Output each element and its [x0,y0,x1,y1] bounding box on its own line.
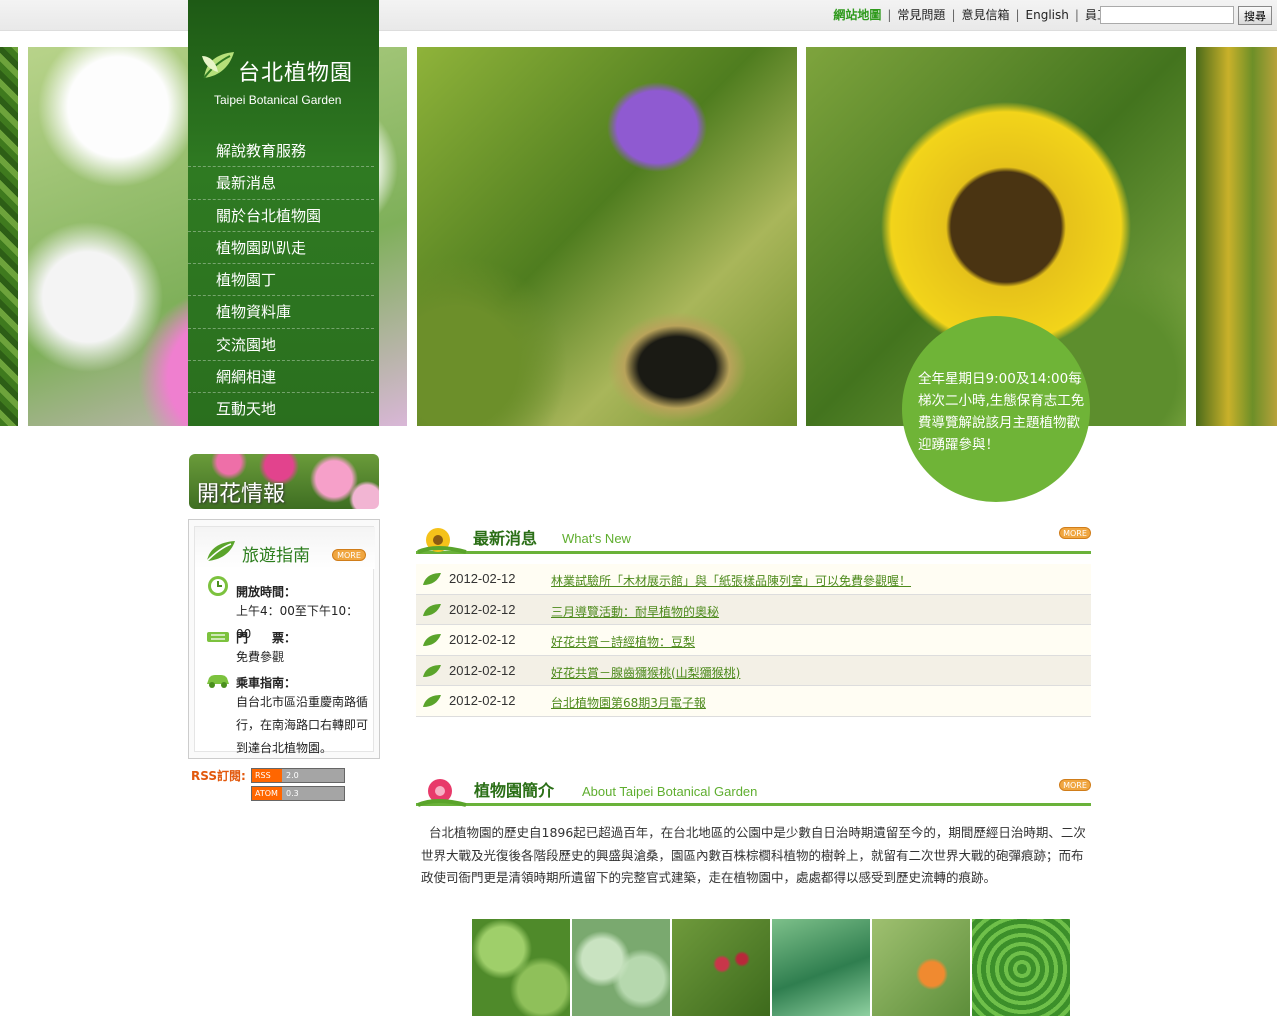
news-date: 2012-02-12 [449,601,516,617]
travel-guide-box: 旅遊指南 MORE 開放時間： 上午4：00至下午10：00 門 票： 免費參觀… [188,519,380,759]
atom-feed-version: 0.3 [282,787,344,800]
separator: | [1015,8,1020,22]
plant-thumbnail[interactable] [672,919,770,1016]
leaf-bullet-icon [423,573,441,585]
nav-item-news[interactable]: 最新消息 [188,167,374,200]
travel-guide-more-button[interactable]: MORE [332,549,366,561]
plant-thumbnail[interactable] [872,919,970,1016]
news-row: 2012-02-12 台北植物園第68期3月電子報 [416,686,1091,717]
ticket-value: 免費參觀 [236,650,285,664]
fern-photo [0,47,18,426]
nav-item-gardener[interactable]: 植物園丁 [188,264,374,297]
leaf-icon [206,541,235,562]
sunflower-icon [417,528,467,554]
clock-icon [208,576,228,596]
news-link[interactable]: 台北植物園第68期3月電子報 [551,694,706,711]
news-row: 2012-02-12 好花共賞－詩經植物：豆梨 [416,625,1091,656]
news-link[interactable]: 好花共賞－詩經植物：豆梨 [551,633,695,650]
news-link[interactable]: 三月導覽活動：耐旱植物的奧秘 [551,603,719,620]
about-section-header: 植物園簡介 About Taipei Botanical Garden MORE [416,776,1091,807]
atom-feed-name: ATOM [252,787,282,800]
plant-thumbnail[interactable] [472,919,570,1016]
nav-item-interactive[interactable]: 互動天地 [188,393,374,425]
rss-feed-button[interactable]: RSS 2.0 [251,768,345,783]
nav-item-database[interactable]: 植物資料庫 [188,296,374,329]
about-more-button[interactable]: MORE [1059,779,1091,791]
feedback-link[interactable]: 意見信箱 [961,8,1009,22]
car-icon [207,675,229,688]
pink-flower-icon [417,779,467,807]
plant-photo [1196,47,1277,426]
news-title: 最新消息 [473,529,538,548]
news-date: 2012-02-12 [449,632,516,647]
nav-item-forum[interactable]: 交流園地 [188,329,374,362]
rss-feed-version: 2.0 [282,769,344,782]
separator: | [1074,8,1079,22]
plant-thumbnail[interactable] [572,919,670,1016]
logo-subtitle: Taipei Botanical Garden [214,93,342,107]
news-row: 2012-02-12 三月導覽活動：耐旱植物的奧秘 [416,594,1091,625]
nav-item-links[interactable]: 網網相連 [188,361,374,394]
news-row: 2012-02-12 好花共賞－腺齒獼猴桃(山梨獼猴桃) [416,655,1091,686]
about-text: 台北植物園的歷史自1896起已超過百年，在台北地區的公園中是少數自日治時期遺留至… [421,825,1086,885]
travel-guide-header: 旅遊指南 MORE [195,527,375,569]
nav-item-education[interactable]: 解說教育服務 [188,135,374,168]
sitemap-link[interactable]: 網站地圖 [833,8,881,22]
news-subtitle: What's New [562,531,631,546]
english-link[interactable]: English [1026,8,1069,22]
news-date: 2012-02-12 [449,693,516,708]
news-date: 2012-02-12 [449,662,516,678]
leaf-bullet-icon [423,634,441,646]
leaf-bullet-icon [423,695,441,707]
separator: | [951,8,956,22]
guided-tour-notice: 全年星期日9:00及14:00每梯次二小時,生態保育志工免費導覽解說該月主題植物… [902,316,1090,502]
bee-on-flower-photo [417,47,797,426]
leaf-bullet-icon [423,603,441,616]
search-button[interactable]: 搜尋 [1238,6,1272,25]
ticket-label: 門 票： [236,631,297,645]
transport-label: 乘車指南： [236,676,297,690]
nav-item-about[interactable]: 關於台北植物園 [188,200,374,232]
news-link[interactable]: 林業試驗所「木材展示館」與「紙張樣品陳列室」可以免費參觀喔！ [551,572,911,589]
bloom-info-banner[interactable]: 開花情報 [189,454,379,509]
faq-link[interactable]: 常見問題 [897,8,945,22]
about-subtitle: About Taipei Botanical Garden [582,784,758,799]
atom-feed-button[interactable]: ATOM 0.3 [251,786,345,801]
news-section-header: 最新消息 What's New MORE [416,524,1091,554]
leaf-logo-icon [202,52,234,79]
notice-text: 全年星期日9:00及14:00每梯次二小時,生態保育志工免費導覽解說該月主題植物… [918,371,1085,453]
logo-title[interactable]: 台北植物園 [238,55,353,87]
main-nav: 解說教育服務 最新消息 關於台北植物園 植物園趴趴走 植物園丁 植物資料庫 交流… [188,135,379,426]
rss-feed-name: RSS [252,769,282,782]
main-nav-panel: 台北植物園 Taipei Botanical Garden 解說教育服務 最新消… [188,0,379,426]
bloom-info-title: 開花情報 [197,482,286,507]
news-row: 2012-02-12 林業試驗所「木材展示館」與「紙張樣品陳列室」可以免費參觀喔… [416,564,1091,595]
nav-item-tour[interactable]: 植物園趴趴走 [188,232,374,265]
news-date: 2012-02-12 [449,571,516,586]
hours-label: 開放時間： [236,585,297,599]
leaf-bullet-icon [423,664,441,677]
rss-label: RSS訂閱: [191,769,246,783]
search-input[interactable] [1100,6,1234,24]
news-more-button[interactable]: MORE [1059,527,1091,539]
news-link[interactable]: 好花共賞－腺齒獼猴桃(山梨獼猴桃) [551,664,740,681]
plant-thumbnail[interactable] [772,919,870,1016]
transport-value: 自台北市區沿重慶南路循行，在南海路口右轉即可到達台北植物園。 [236,695,369,755]
separator: | [887,8,892,22]
travel-guide-inner: 旅遊指南 MORE 開放時間： 上午4：00至下午10：00 門 票： 免費參觀… [194,526,375,755]
plant-thumbnail[interactable] [972,919,1070,1016]
news-list: 2012-02-12 林業試驗所「木材展示館」與「紙張樣品陳列室」可以免費參觀喔… [416,564,1091,717]
travel-guide-title: 旅遊指南 [242,546,310,566]
about-title: 植物園簡介 [474,781,555,800]
ticket-icon [207,632,229,642]
